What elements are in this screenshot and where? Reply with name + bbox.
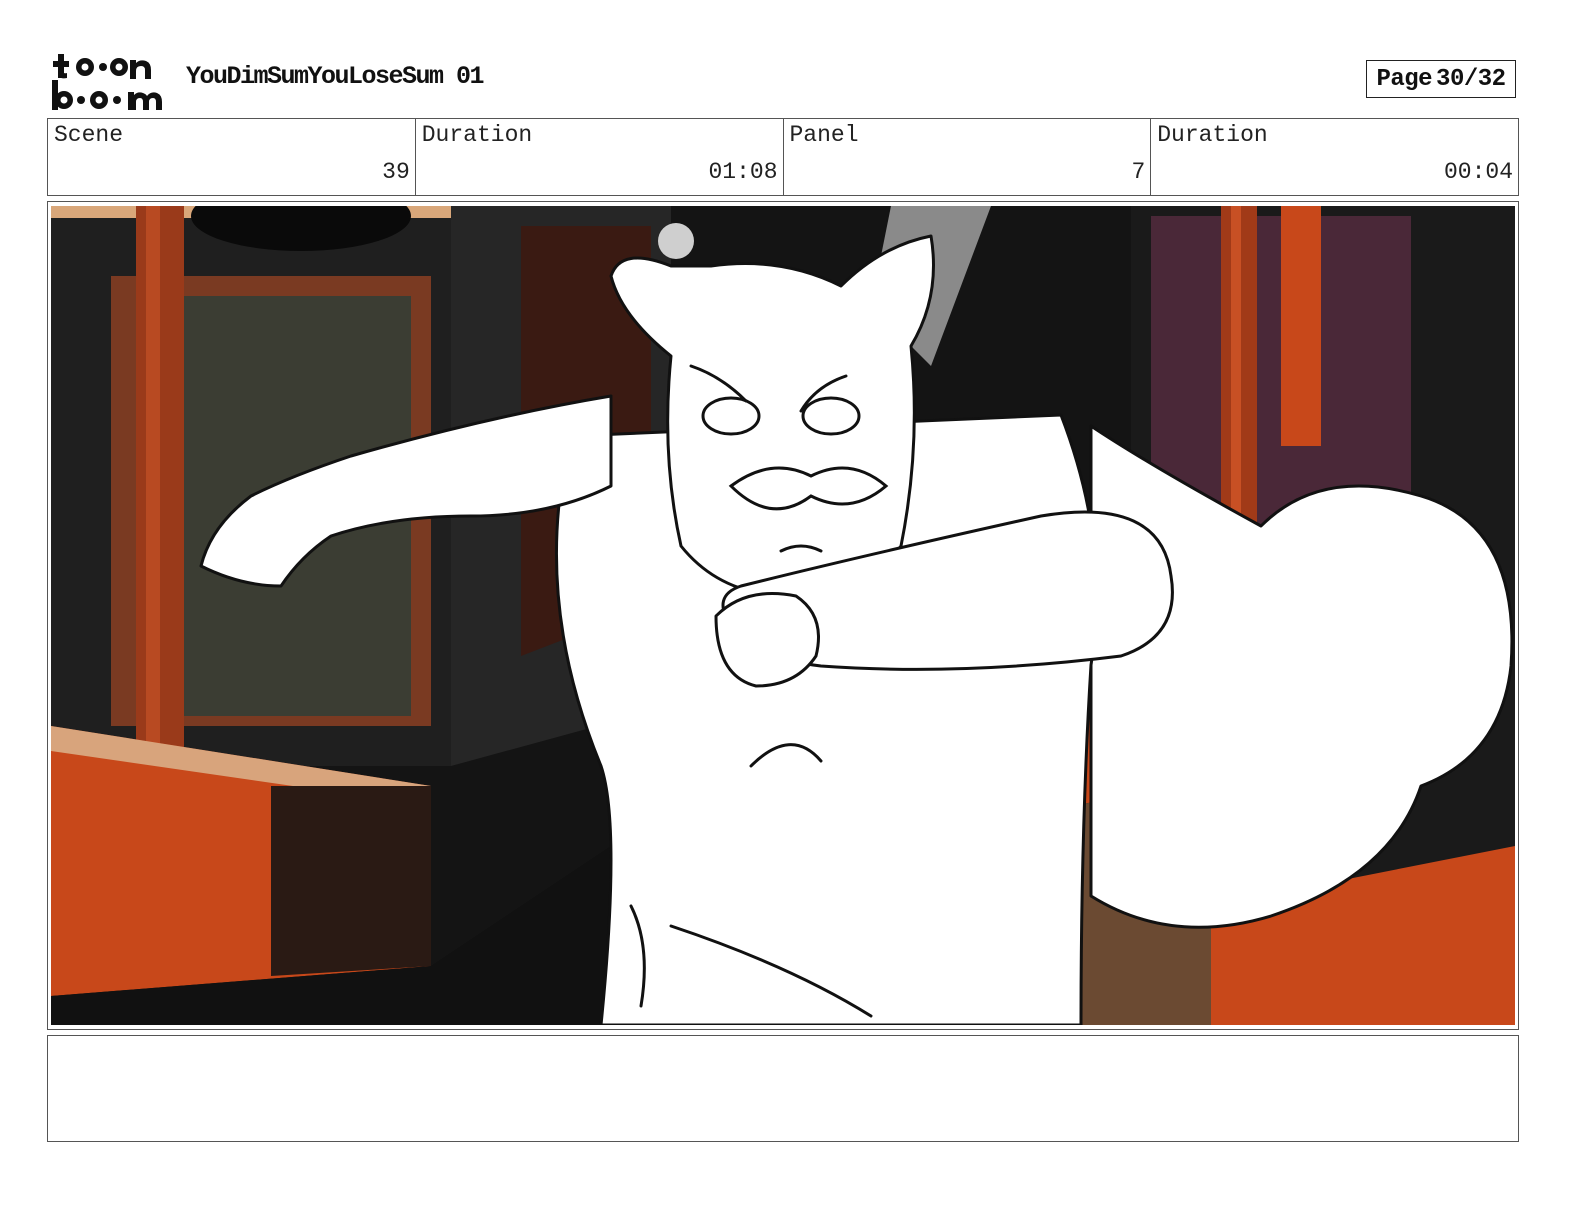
panel-value: 7 <box>1131 159 1146 185</box>
storyboard-panel-image <box>51 206 1515 1025</box>
panel-duration-value: 00:04 <box>1443 159 1513 185</box>
project-title: YouDimSumYouLoseSum 01 <box>186 62 485 91</box>
page-number: 30/32 <box>1436 65 1506 93</box>
scene-label: Scene <box>54 122 124 148</box>
panel-cell: Panel 7 <box>784 119 1152 195</box>
scene-duration-cell: Duration 01:08 <box>416 119 784 195</box>
storyboard-drawing <box>51 206 1515 1025</box>
toon-boom-logo <box>50 50 164 112</box>
panel-duration-label: Duration <box>1157 122 1268 148</box>
panel-info-bar: Scene 39 Duration 01:08 Panel 7 Duration… <box>47 118 1519 196</box>
scene-value: 39 <box>382 159 410 185</box>
panel-duration-cell: Duration 00:04 <box>1151 119 1518 195</box>
scene-duration-value: 01:08 <box>708 159 778 185</box>
scene-cell: Scene 39 <box>48 119 416 195</box>
panel-label: Panel <box>789 122 859 148</box>
page-indicator: Page 30/32 <box>1366 60 1516 98</box>
scene-duration-label: Duration <box>421 122 533 148</box>
page-label: Page <box>1376 65 1433 93</box>
panel-notes <box>47 1035 1519 1142</box>
